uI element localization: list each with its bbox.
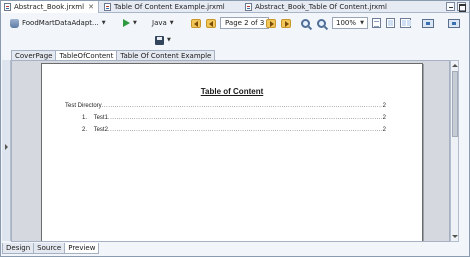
tab-design[interactable]: Design (2, 243, 35, 254)
print-icon (448, 18, 460, 28)
page-indicator-field[interactable]: Page 2 of 3 (220, 17, 270, 29)
zoom-in-button[interactable] (301, 17, 310, 29)
toc-leader-dots: ........................................… (107, 127, 382, 133)
tab-preview[interactable]: Preview (64, 243, 100, 254)
run-report-button[interactable]: ▼ (123, 17, 137, 29)
chevron-down-icon[interactable]: ▼ (167, 37, 171, 43)
zoom-in-icon (301, 18, 310, 28)
preview-canvas: Table of Content Test Directory ........… (11, 60, 450, 242)
expand-arrow-icon[interactable] (5, 144, 8, 150)
chevron-down-icon: ▼ (101, 20, 106, 26)
save-button[interactable]: ▼ (155, 34, 171, 46)
toc-entry: 1. Test1 ...............................… (82, 115, 386, 121)
minimize-icon[interactable] (446, 2, 455, 11)
fit-width-icon (400, 18, 411, 28)
editor-tab-bar: Abstract_Book.jrxml ✕ Table Of Content E… (1, 1, 469, 13)
zoom-out-button[interactable] (317, 17, 326, 29)
datasource-selector[interactable]: FoodMartDataAdapt... ▼ (10, 17, 106, 29)
toc-title: Table of Content (200, 87, 264, 96)
fit-page-icon (386, 18, 395, 28)
fit-width-button[interactable] (400, 17, 411, 29)
fit-page-button[interactable] (386, 17, 395, 29)
next-page-icon (266, 18, 276, 28)
toc-entry-page: 2 (382, 127, 386, 133)
print-button[interactable] (448, 17, 460, 29)
previous-page-button[interactable] (206, 17, 216, 29)
toc-leader-dots: ........................................… (101, 103, 382, 109)
editor-mode-tabs: Design Source Preview (2, 243, 100, 254)
tab-coverpage[interactable]: CoverPage (11, 50, 57, 60)
export-icon (422, 18, 434, 28)
tab-source[interactable]: Source (33, 243, 66, 254)
report-page: Table of Content Test Directory ........… (41, 63, 423, 241)
export-button[interactable] (422, 17, 434, 29)
play-icon (123, 19, 130, 27)
previous-page-icon (206, 18, 216, 28)
last-page-button[interactable] (281, 17, 291, 29)
language-label: Java (152, 19, 167, 27)
outline-collapse-gutter[interactable] (2, 60, 11, 241)
first-page-button[interactable] (191, 17, 201, 29)
scroll-up-icon[interactable] (452, 64, 458, 67)
chevron-down-icon: ▼ (169, 20, 174, 26)
toc-entry-label: 2. Test2 (82, 127, 108, 133)
toc-entry-label: Test Directory (65, 103, 102, 109)
jrxml-file-icon (245, 3, 252, 11)
database-icon (10, 18, 19, 28)
toc-entry: 2. Test2 ...............................… (82, 127, 386, 133)
editor-tab-abstract-book-toc[interactable]: Abstract_Book_Table Of Content.jrxml (242, 1, 397, 13)
chevron-down-icon[interactable]: ▼ (133, 20, 137, 26)
zoom-out-icon (317, 18, 326, 28)
maximize-icon[interactable] (457, 2, 466, 12)
preview-toolbar: FoodMartDataAdapt... ▼ ▼ Java ▼ Page 2 o… (2, 15, 469, 31)
chevron-down-icon: ▼ (360, 20, 364, 26)
datasource-label: FoodMartDataAdapt... (22, 19, 99, 27)
editor-tab-abstract-book[interactable]: Abstract_Book.jrxml ✕ (1, 1, 99, 13)
zoom-field[interactable]: 100% ▼ (332, 17, 368, 29)
scrollbar-thumb[interactable] (452, 71, 458, 137)
toc-leader-dots: ........................................… (107, 115, 382, 121)
scroll-down-icon[interactable] (452, 235, 458, 238)
toc-entry-label: 1. Test1 (82, 115, 108, 121)
next-page-button[interactable] (266, 17, 276, 29)
editor-tab-toc-example[interactable]: Table Of Content Example.jrxml (101, 1, 231, 13)
toc-entry: Test Directory .........................… (65, 103, 386, 109)
jrxml-file-icon (104, 3, 111, 11)
jrxml-file-icon (4, 3, 11, 11)
first-page-icon (191, 18, 201, 28)
editor-tab-label: Abstract_Book_Table Of Content.jrxml (255, 3, 387, 11)
actual-size-button[interactable] (372, 17, 381, 29)
preview-toolbar-row-2: ▼ (2, 32, 469, 48)
vertical-scrollbar[interactable] (450, 60, 459, 242)
tab-tableofcontent[interactable]: TableOfContent (55, 50, 118, 60)
report-part-tabs: CoverPage TableOfContent Table Of Conten… (11, 50, 216, 60)
zoom-selector[interactable]: 100% ▼ (332, 17, 368, 29)
toc-entry-page: 2 (382, 115, 386, 121)
page-indicator[interactable]: Page 2 of 3 (220, 17, 270, 29)
language-selector[interactable]: Java ▼ (152, 17, 174, 29)
tab-table-of-content-example[interactable]: Table Of Content Example (116, 50, 216, 60)
report-editor-window: Abstract_Book.jrxml ✕ Table Of Content E… (0, 0, 470, 257)
save-icon (155, 35, 164, 45)
last-page-icon (281, 18, 291, 28)
actual-size-icon (372, 18, 381, 28)
window-controls (446, 2, 466, 12)
zoom-value: 100% (336, 19, 357, 27)
editor-tab-label: Abstract_Book.jrxml (14, 3, 85, 11)
toc-entry-page: 2 (382, 103, 386, 109)
editor-tab-label: Table Of Content Example.jrxml (114, 3, 225, 11)
close-icon[interactable]: ✕ (88, 3, 94, 11)
